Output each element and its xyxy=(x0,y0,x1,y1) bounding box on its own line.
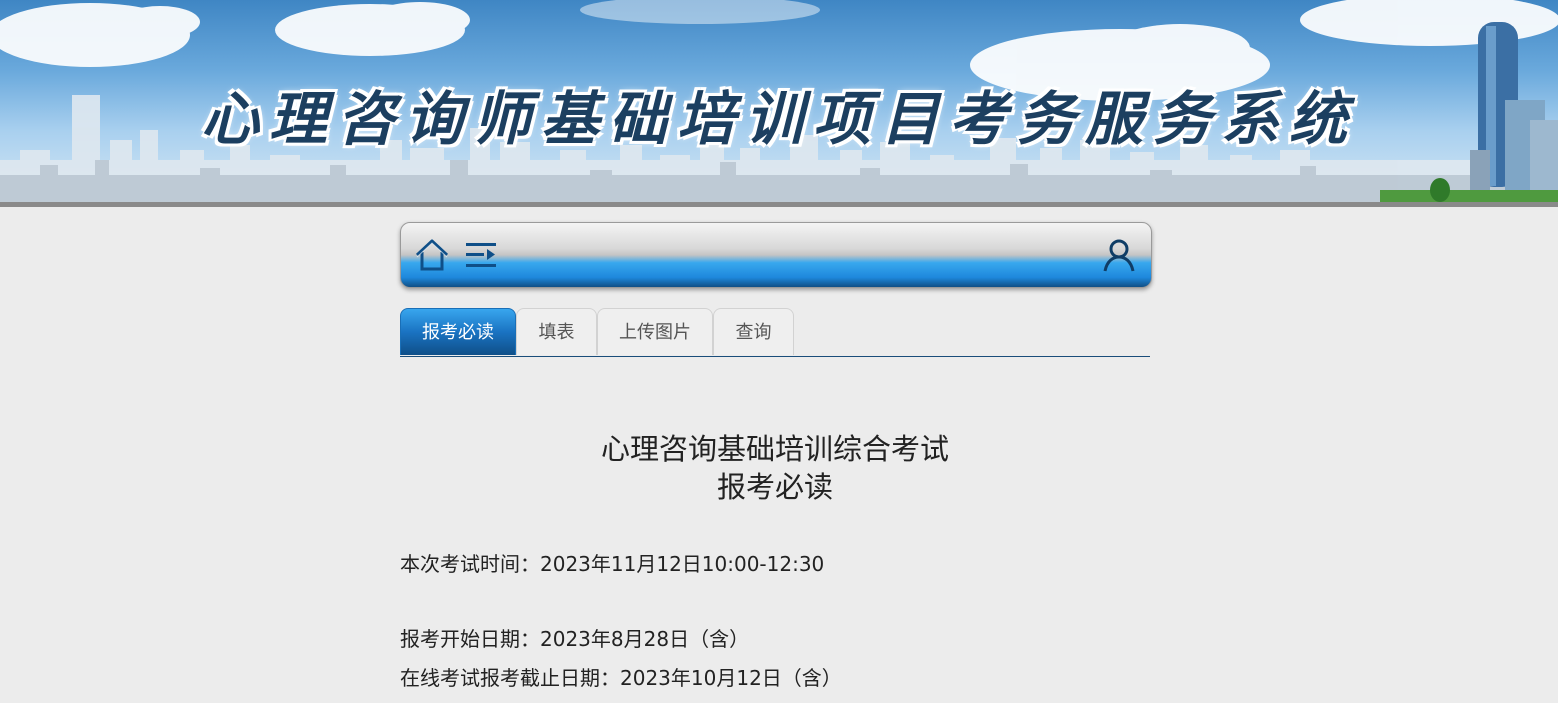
home-icon[interactable] xyxy=(414,237,450,273)
tab-bar: 报考必读 填表 上传图片 查询 xyxy=(400,308,1150,357)
header-banner: 心理咨询师基础培训项目考务服务系统 xyxy=(0,0,1558,207)
exam-time-text: 本次考试时间：2023年11月12日10:00-12:30 xyxy=(400,552,825,576)
menu-icon[interactable] xyxy=(463,237,499,273)
registration-start-text: 报考开始日期：2023年8月28日（含） xyxy=(400,627,750,651)
main-container: 报考必读 填表 上传图片 查询 心理咨询基础培训综合考试 报考必读 本次考试时间… xyxy=(400,222,1152,690)
tab-fill-form[interactable]: 填表 xyxy=(516,308,597,355)
banner-title: 心理咨询师基础培训项目考务服务系统 xyxy=(200,85,1357,153)
registration-deadline-text: 在线考试报考截止日期：2023年10月12日（含） xyxy=(400,666,842,690)
tab-registration-guide[interactable]: 报考必读 xyxy=(400,308,516,355)
document-title: 心理咨询基础培训综合考试 报考必读 xyxy=(400,430,1150,506)
document-title-line1: 心理咨询基础培训综合考试 xyxy=(600,432,949,466)
tab-upload-photo[interactable]: 上传图片 xyxy=(597,308,713,355)
tab-query[interactable]: 查询 xyxy=(713,308,794,355)
user-icon[interactable] xyxy=(1101,237,1137,273)
navbar xyxy=(400,222,1152,288)
document-title-line2: 报考必读 xyxy=(716,470,833,504)
